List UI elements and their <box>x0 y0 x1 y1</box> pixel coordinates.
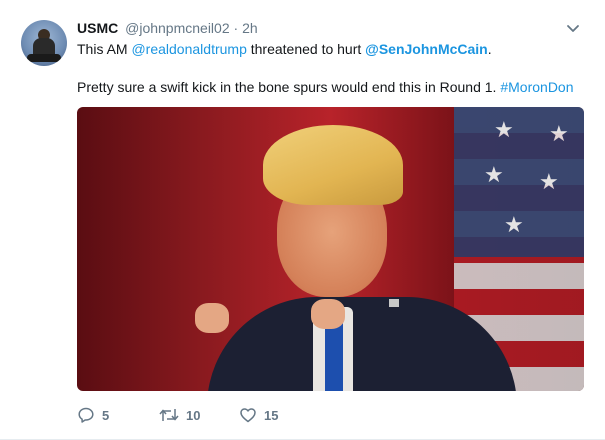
like-button[interactable]: 15 <box>239 404 278 426</box>
reply-button[interactable]: 5 <box>77 404 109 426</box>
tweet-text-body: Pretty sure a swift kick in the bone spu… <box>77 79 501 95</box>
flag-star: ★ <box>484 162 504 187</box>
retweet-button[interactable]: 10 <box>159 404 200 426</box>
reply-icon <box>77 406 95 424</box>
tweet-media-photo[interactable]: ★ ★ ★ ★ ★ <box>77 107 584 391</box>
reply-count: 5 <box>102 407 110 423</box>
heart-icon <box>239 406 257 424</box>
tweet-text-line-2: Pretty sure a swift kick in the bone spu… <box>77 78 587 96</box>
photo-hair <box>263 125 403 205</box>
tweet-text-line-1: This AM @realdonaldtrump threatened to h… <box>77 40 587 58</box>
author-handle[interactable]: @johnpmcneil02 <box>125 20 230 36</box>
mention-realdonaldtrump[interactable]: @realdonaldtrump <box>131 41 246 57</box>
flag-star: ★ <box>539 169 559 194</box>
tweet-text-prefix: This AM <box>77 41 132 57</box>
photo-right-fist <box>311 299 345 329</box>
flag-star: ★ <box>504 212 524 237</box>
like-count: 15 <box>264 407 279 423</box>
photo-lapel-pin <box>389 299 399 307</box>
avatar-bike <box>27 54 61 62</box>
tweet-text-suffix: . <box>487 41 492 57</box>
retweet-icon <box>159 406 179 424</box>
hashtag-morondon[interactable]: #MoronDon <box>500 79 573 95</box>
flag-star: ★ <box>494 117 514 142</box>
flag-star: ★ <box>549 121 569 146</box>
photo-left-fist <box>195 303 229 333</box>
avatar[interactable] <box>21 20 67 66</box>
tweet-timestamp[interactable]: 2h <box>242 20 258 36</box>
tweet-text: This AM @realdonaldtrump threatened to h… <box>77 40 587 96</box>
chevron-down-icon[interactable] <box>566 22 580 34</box>
tweet-header: USMC @johnpmcneil02 · 2h <box>77 20 258 38</box>
retweet-count: 10 <box>186 407 201 423</box>
tweet-text-middle: threatened to hurt <box>246 41 366 57</box>
mention-senjohnmccain[interactable]: @SenJohnMcCain <box>365 41 488 57</box>
tweet-card[interactable]: USMC @johnpmcneil02 · 2h This AM @realdo… <box>0 0 605 440</box>
author-name[interactable]: USMC <box>77 20 118 36</box>
flag-canton: ★ ★ ★ ★ ★ <box>454 107 584 257</box>
separator-dot: · <box>233 20 239 36</box>
